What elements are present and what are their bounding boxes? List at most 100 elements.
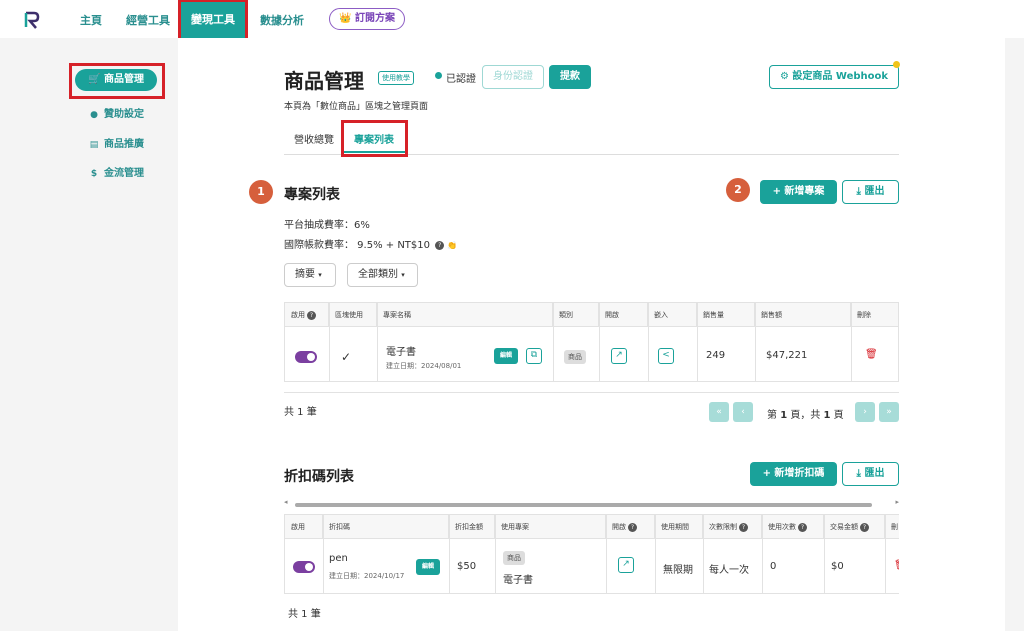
column-header: 銷售量 — [697, 303, 755, 327]
sidebar-item-product-promotion[interactable]: ▤ 商品推廣 — [88, 135, 144, 150]
share-embed-icon[interactable]: < — [658, 348, 674, 364]
scroll-right-icon[interactable]: ▸ — [895, 498, 899, 506]
column-divider — [553, 303, 554, 381]
category-tag: 商品 — [564, 350, 586, 364]
sidebar — [0, 38, 178, 631]
table-header: 啟用 折扣碼 折扣金額 使用專案 開啟? 使用期間 次數限制? 使用次數? 交易… — [285, 515, 899, 539]
tutorial-tag[interactable]: 使用教學 — [378, 71, 414, 85]
discount-code: pen — [329, 553, 348, 564]
edit-discount-button[interactable]: 編輯 — [416, 559, 440, 575]
webhook-button-label: 設定商品 Webhook — [792, 71, 889, 82]
discount-created-date: 建立日期：2024/10/17 — [329, 572, 405, 580]
chevron-down-icon: ▾ — [401, 271, 405, 279]
last-page-button[interactable]: » — [879, 402, 899, 422]
first-page-button[interactable]: « — [709, 402, 729, 422]
page-suffix: 頁 — [830, 410, 844, 421]
open-link-icon[interactable]: ↗ — [618, 557, 634, 573]
page-subtitle: 本頁為「數位商品」區塊之管理頁面 — [284, 102, 429, 112]
stack-icon: ▤ — [89, 140, 99, 150]
enable-toggle[interactable] — [295, 351, 317, 363]
nav-analytics[interactable]: 數據分析 — [260, 12, 304, 28]
column-divider — [377, 303, 378, 381]
category-dropdown[interactable]: 全部類別 ▾ — [347, 263, 418, 287]
column-divider — [762, 515, 763, 593]
column-header: 開啟? — [606, 515, 655, 539]
column-header-label: 次數限制 — [709, 523, 737, 531]
sidebar-item-payment-management[interactable]: $ 金流管理 — [88, 164, 144, 179]
intl-fee-text: 國際帳款費率： 9.5% + NT$10 ? 👏 — [284, 236, 457, 251]
discounts-total-count: 共 1 筆 — [288, 609, 321, 620]
column-header: 使用專案 — [495, 515, 606, 539]
help-icon[interactable]: ? — [307, 310, 316, 320]
webhook-button[interactable]: ⚙ 設定商品 Webhook — [769, 65, 899, 89]
help-icon[interactable]: ? — [739, 522, 748, 532]
sidebar-item-product-management[interactable]: 🛒 商品管理 — [75, 69, 157, 91]
column-header: 使用期間 — [655, 515, 703, 539]
column-header: 折扣金額 — [449, 515, 495, 539]
add-project-button[interactable]: + 新增專案 — [760, 180, 837, 204]
copy-icon[interactable]: ⧉ — [526, 348, 542, 364]
nav-monetization-tools[interactable]: 變現工具 — [178, 0, 248, 41]
notification-dot — [893, 61, 900, 68]
column-header-label: 開啟 — [612, 523, 626, 531]
help-icon[interactable]: ? — [860, 522, 869, 532]
identity-verify-button[interactable]: 身份認證 — [482, 65, 544, 89]
project-tag: 商品 — [503, 551, 525, 565]
scroll-left-icon[interactable]: ◂ — [284, 498, 288, 506]
projects-table: 啟用? 區塊使用 專案名稱 類別 開啟 嵌入 銷售量 銷售額 刪除 ✓ 電子書 … — [284, 302, 899, 382]
column-divider — [697, 303, 698, 381]
platform-fee-text: 平台抽成費率：6% — [284, 220, 370, 231]
withdraw-button[interactable]: 提款 — [549, 65, 591, 89]
column-header: 啟用? — [285, 303, 329, 327]
step-badge-2: 2 — [726, 178, 750, 202]
column-divider — [655, 515, 656, 593]
column-header: 交易金額? — [824, 515, 885, 539]
scrollbar-thumb[interactable] — [295, 503, 872, 507]
sidebar-item-label: 商品推廣 — [104, 139, 144, 150]
dollar-icon: $ — [90, 169, 98, 179]
column-divider — [851, 303, 852, 381]
tab-revenue-overview[interactable]: 營收總覽 — [294, 131, 334, 146]
right-margin — [1005, 38, 1024, 631]
subscription-plan-button[interactable]: 👑 訂閱方案 — [329, 8, 405, 30]
next-page-button[interactable]: › — [855, 402, 875, 422]
column-header-label: 交易金額 — [830, 523, 858, 531]
delete-icon[interactable]: 🗑 — [894, 560, 899, 571]
page-title: 商品管理 — [284, 69, 364, 93]
prev-page-button[interactable]: ‹ — [733, 402, 753, 422]
share-icon: ⚙ — [779, 71, 793, 82]
column-divider — [329, 303, 330, 381]
column-divider — [703, 515, 704, 593]
enable-toggle[interactable] — [293, 561, 315, 573]
intl-fee-label: 國際帳款費率： 9.5% + NT$10 — [284, 240, 430, 251]
column-header: 使用次數? — [762, 515, 824, 539]
column-header: 次數限制? — [703, 515, 762, 539]
column-divider — [606, 515, 607, 593]
logo-icon[interactable] — [22, 10, 42, 30]
edit-project-button[interactable]: 編輯 — [494, 348, 518, 364]
usage-limit: 每人一次 — [709, 565, 749, 576]
column-divider — [599, 303, 600, 381]
column-header: 銷售額 — [755, 303, 851, 327]
category-dropdown-label: 全部類別 — [358, 269, 398, 280]
nav-home[interactable]: 主頁 — [80, 12, 102, 28]
export-discounts-button[interactable]: ⤓ 匯出 — [842, 462, 899, 486]
help-icon[interactable]: ? — [628, 522, 637, 532]
chevron-down-icon: ▾ — [318, 271, 322, 279]
step-badge-1: 1 — [249, 180, 273, 204]
column-header: 類別 — [553, 303, 599, 327]
page-prefix: 第 — [767, 410, 781, 421]
delete-icon[interactable]: 🗑 — [865, 349, 878, 360]
help-icon[interactable]: ? — [798, 522, 807, 532]
summary-dropdown[interactable]: 摘要 ▾ — [284, 263, 336, 287]
sidebar-item-sponsor-settings[interactable]: ● 贊助設定 — [88, 105, 144, 120]
export-projects-button[interactable]: ⤓ 匯出 — [842, 180, 899, 204]
column-header: 刪除 — [857, 311, 871, 319]
add-discount-button[interactable]: + 新增折扣碼 — [750, 462, 837, 486]
open-link-icon[interactable]: ↗ — [611, 348, 627, 364]
nav-business-tools[interactable]: 經營工具 — [126, 12, 170, 28]
help-icon[interactable]: ? — [435, 240, 445, 250]
used-project: 電子書 — [503, 575, 533, 586]
sales-count: 249 — [706, 350, 726, 361]
coin-icon: ● — [90, 110, 98, 120]
